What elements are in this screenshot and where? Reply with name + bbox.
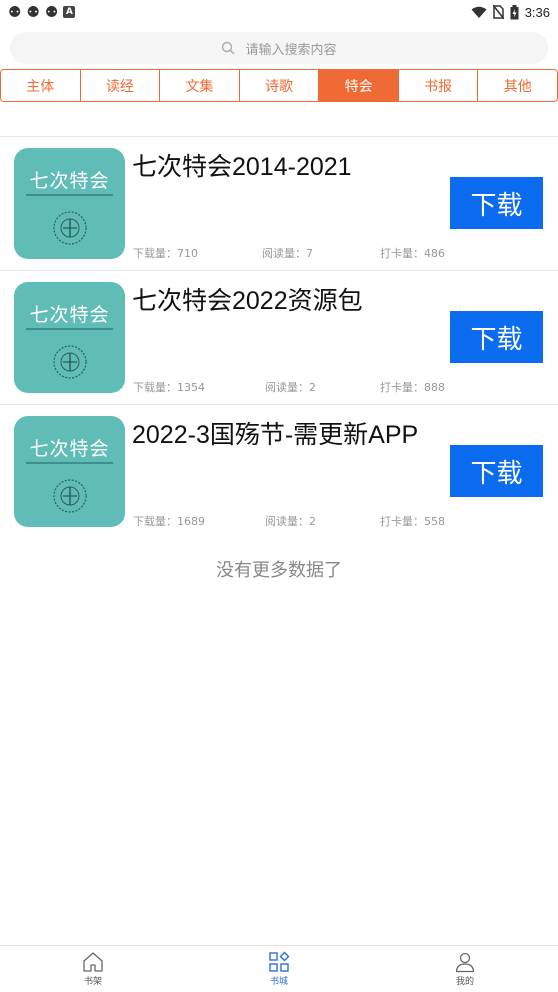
bug-icon: ⚉: [26, 3, 40, 21]
bug-icon: ⚉: [44, 3, 59, 21]
cover-line: [26, 328, 113, 330]
status-bar: ⚉ ⚉ ⚉ A 3:36: [0, 0, 558, 24]
a-icon: A: [63, 6, 76, 18]
no-more-data: 没有更多数据了: [216, 560, 342, 581]
cover-line: [26, 194, 113, 196]
read-count: 阅读量：2: [265, 515, 316, 528]
category-tabs: 主体 读经 文集 诗歌 特会 书报 其他: [0, 69, 558, 102]
download-count: 下载量：1689: [133, 515, 205, 528]
cover-title: 七次特会: [29, 170, 110, 192]
seal-icon: [53, 211, 87, 245]
clock: 3:36: [524, 4, 550, 20]
item-title[interactable]: 2022-3国殇节-需更新APP: [132, 415, 418, 451]
seal-icon: [53, 345, 87, 379]
download-count: 下载量：1354: [133, 381, 205, 394]
read-count: 阅读量：2: [265, 381, 316, 394]
tab-qita[interactable]: 其他: [478, 70, 557, 101]
list-item[interactable]: 七次特会 七次特会2014-2021 下载 下载量：710 阅读量：7 打卡量：…: [0, 137, 558, 271]
checkin-count: 打卡量：486: [380, 247, 445, 260]
grid-icon: [269, 951, 290, 972]
checkin-count: 打卡量：558: [380, 515, 445, 528]
battery-icon: [510, 4, 519, 19]
search-icon: [222, 41, 235, 55]
tab-shubao[interactable]: 书报: [398, 70, 479, 101]
nav-bookstore[interactable]: 书城: [186, 946, 372, 992]
bottom-nav: 书架 书城 我的: [0, 945, 558, 992]
nav-label: 书架: [83, 977, 102, 987]
download-button[interactable]: 下载: [450, 311, 543, 363]
search-bar[interactable]: 请输入搜索内容: [10, 32, 548, 64]
checkin-count: 打卡量：888: [380, 381, 445, 394]
no-sim-icon: [492, 5, 504, 19]
nav-label: 书城: [269, 977, 288, 987]
cover-line: [26, 462, 113, 464]
item-title[interactable]: 七次特会2022资源包: [132, 281, 363, 317]
book-cover: 七次特会: [14, 148, 125, 259]
list-item[interactable]: 七次特会 2022-3国殇节-需更新APP 下载 下载量：1689 阅读量：2 …: [0, 405, 558, 539]
book-cover: 七次特会: [14, 416, 125, 527]
download-count: 下载量：710: [133, 247, 198, 260]
tab-tehui[interactable]: 特会: [319, 70, 399, 101]
nav-bookshelf[interactable]: 书架: [0, 946, 186, 992]
read-count: 阅读量：7: [262, 247, 313, 260]
tab-wenji[interactable]: 文集: [160, 70, 240, 101]
user-icon: [455, 952, 475, 973]
home-icon: [83, 952, 103, 972]
item-title[interactable]: 七次特会2014-2021: [132, 147, 352, 183]
seal-icon: [53, 479, 87, 513]
tab-shige[interactable]: 诗歌: [239, 70, 320, 101]
list-item[interactable]: 七次特会 七次特会2022资源包 下载 下载量：1354 阅读量：2 打卡量：8…: [0, 271, 558, 405]
app-screen: ⚉ ⚉ ⚉ A 3:36 请输入搜索内容 主体 读经 文集 诗歌 特会 书报 其…: [0, 0, 558, 992]
nav-mine[interactable]: 我的: [372, 946, 558, 992]
download-button[interactable]: 下载: [450, 445, 543, 497]
search-placeholder: 请输入搜索内容: [245, 42, 337, 58]
book-cover: 七次特会: [14, 282, 125, 393]
status-right: 3:36: [471, 4, 550, 20]
cover-title: 七次特会: [29, 438, 110, 460]
status-left: ⚉ ⚉ ⚉ A: [8, 3, 76, 21]
tab-zhuti[interactable]: 主体: [1, 70, 81, 101]
nav-label: 我的: [455, 977, 474, 987]
cover-title: 七次特会: [29, 304, 110, 326]
download-button[interactable]: 下载: [450, 177, 543, 229]
tab-dujing[interactable]: 读经: [80, 70, 161, 101]
bug-icon: ⚉: [8, 3, 22, 21]
wifi-icon: [471, 6, 487, 18]
